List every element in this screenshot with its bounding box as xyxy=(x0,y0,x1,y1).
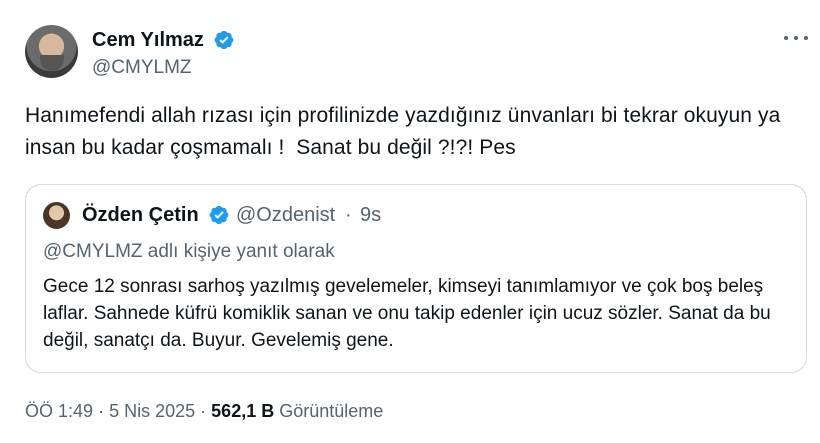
quoted-author-handle[interactable]: @Ozdenist xyxy=(236,203,335,227)
tweet-date[interactable]: 5 Nis 2025 xyxy=(109,401,195,421)
tweet-time[interactable]: ÖÖ 1:49 xyxy=(25,401,93,421)
separator-dot: · xyxy=(200,401,207,421)
more-dot xyxy=(804,36,808,40)
views-label: Görüntüleme xyxy=(279,401,384,421)
avatar-beard xyxy=(40,55,64,71)
tweet-meta: ÖÖ 1:49 · 5 Nis 2025 · 562,1 B Görüntüle… xyxy=(25,399,383,423)
separator-dot: · xyxy=(98,401,105,421)
quoted-timestamp[interactable]: 9s xyxy=(360,203,381,227)
author-name[interactable]: Cem Yılmaz xyxy=(92,28,204,52)
verified-badge-icon xyxy=(209,206,229,224)
quoted-author-avatar[interactable] xyxy=(43,202,70,229)
verified-badge-icon xyxy=(214,31,234,49)
views-count: 562,1 B xyxy=(211,401,275,421)
author-avatar[interactable] xyxy=(25,25,78,78)
quoted-tweet-text: Gece 12 sonrası sarhoş yazılmış geveleme… xyxy=(43,276,771,351)
separator-dot: · xyxy=(345,204,352,226)
quoted-author-name[interactable]: Özden Çetin xyxy=(82,203,199,227)
reply-context: @CMYLMZ adlı kişiye yanıt olarak xyxy=(43,241,335,262)
more-dot xyxy=(784,36,788,40)
tweet-text: Hanımefendi allah rızası için profiliniz… xyxy=(25,104,787,159)
author-handle[interactable]: @CMYLMZ xyxy=(92,56,192,80)
quoted-tweet-card[interactable]: Özden Çetin @Ozdenist · 9s @CMYLMZ adlı … xyxy=(25,184,807,373)
more-options-icon[interactable] xyxy=(784,28,808,48)
more-dot xyxy=(794,36,798,40)
